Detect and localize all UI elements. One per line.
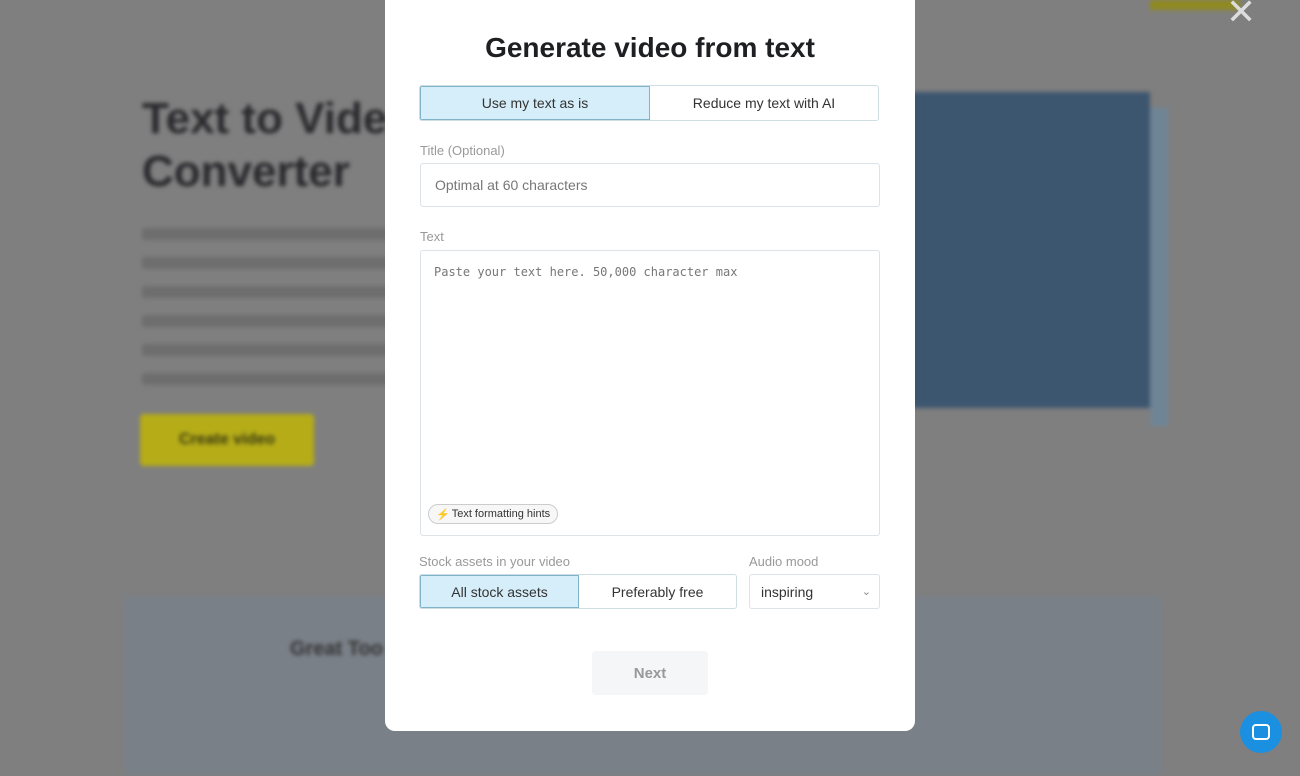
stock-label: Stock assets in your video (419, 554, 571, 569)
text-formatting-hints-button[interactable]: ⚡ Text formatting hints (428, 504, 559, 524)
review-title: Great Too (290, 638, 383, 660)
tab-use-text-as-is[interactable]: Use my text as is (420, 86, 650, 120)
option-preferably-free[interactable]: Preferably free (579, 575, 736, 608)
generate-video-modal: Generate video from text Use my text as … (385, 0, 915, 731)
mode-tabs: Use my text as is Reduce my text with AI (419, 85, 879, 121)
modal-title: Generate video from text (485, 32, 815, 63)
audio-value: inspiring (761, 583, 814, 600)
create-video-button: Create video (140, 414, 314, 466)
chevron-down-icon: ⌄ (861, 586, 871, 598)
audio-mood-select[interactable]: inspiring ⌄ (749, 574, 880, 609)
chat-button[interactable] (1240, 711, 1282, 753)
title-label: Title (Optional) (420, 143, 505, 158)
hints-label: Text formatting hints (451, 508, 551, 520)
audio-label: Audio mood (749, 554, 819, 569)
option-all-stock[interactable]: All stock assets (420, 575, 579, 608)
next-button[interactable]: Next (592, 651, 708, 695)
title-input[interactable]: Optimal at 60 characters (420, 163, 880, 207)
tab-reduce-with-ai[interactable]: Reduce my text with AI (650, 86, 878, 120)
hero-image (900, 92, 1150, 408)
hero-image-shadow (1150, 108, 1168, 426)
lightning-icon: ⚡ (436, 508, 450, 521)
chat-icon (1252, 724, 1270, 740)
hero-description (142, 228, 402, 402)
text-input[interactable]: Paste your text here. 50,000 character m… (420, 250, 880, 536)
text-label: Text (420, 229, 444, 244)
stock-options: All stock assets Preferably free (419, 574, 737, 609)
text-placeholder: Paste your text here. 50,000 character m… (434, 265, 738, 279)
close-icon[interactable]: ✕ (1226, 0, 1256, 30)
